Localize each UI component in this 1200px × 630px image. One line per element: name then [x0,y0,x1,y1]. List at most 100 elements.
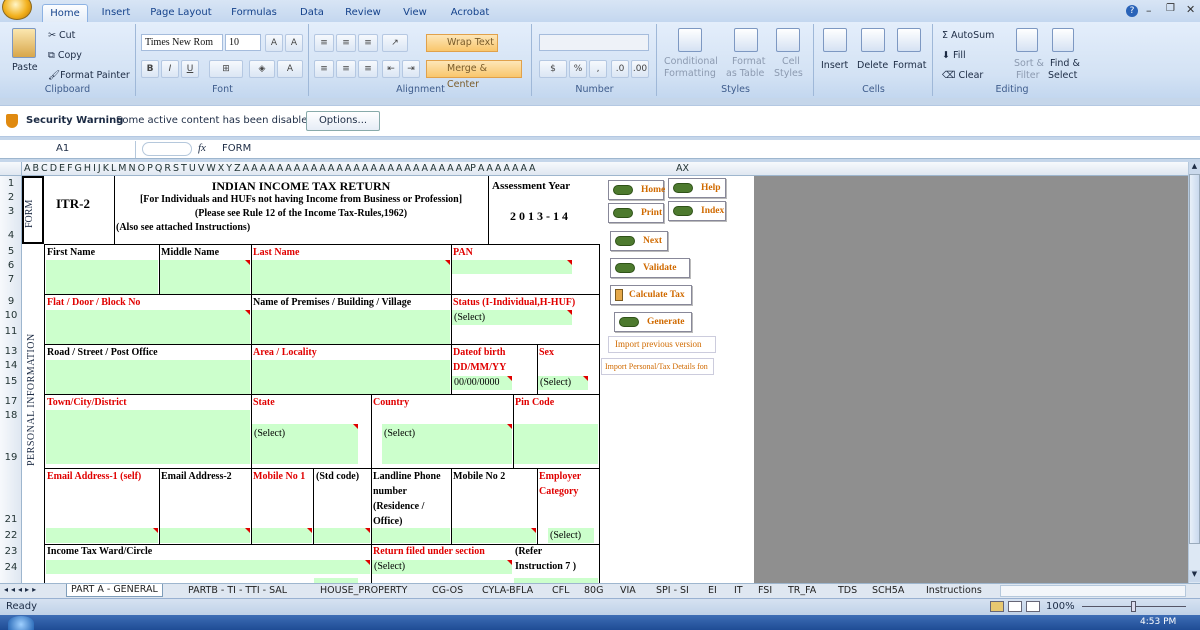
row-number[interactable]: 11 [0,326,22,337]
first-name-field[interactable] [46,260,158,294]
next-macro-button[interactable]: Next [610,231,668,251]
premises-field[interactable] [252,310,450,344]
tab-view[interactable]: View [398,4,432,22]
row-number[interactable]: 14 [0,360,22,371]
std-code-field[interactable] [314,528,370,543]
close-icon[interactable]: ✕ [1186,3,1195,16]
font-color-icon[interactable]: A [277,60,303,78]
horizontal-scrollbar[interactable] [1000,585,1186,597]
scroll-down-icon[interactable]: ▼ [1189,570,1200,582]
delete-cells-icon[interactable] [861,28,885,52]
align-center-icon[interactable]: ≡ [336,60,356,78]
import-personal-button[interactable]: Import Personal/Tax Details fon [601,358,714,375]
row-number[interactable]: 18 [0,410,22,421]
insert-cells-button[interactable]: Insert [821,60,848,71]
start-button[interactable] [8,616,34,630]
format-cells-icon[interactable] [897,28,921,52]
calculate-tax-macro-button[interactable]: Calculate Tax [610,285,692,305]
sheet-tab[interactable]: FSI [758,584,772,598]
page-break-view-icon[interactable] [1026,601,1040,612]
orientation-icon[interactable]: ↗ [382,34,408,52]
underline-icon[interactable]: U [181,60,199,78]
sheet-tab[interactable]: EI [708,584,717,598]
column-headers[interactable]: A B C D E F G H I J K L M N O P Q R S T … [0,162,1188,176]
insert-cells-icon[interactable] [823,28,847,52]
increase-indent-icon[interactable]: ⇥ [402,60,420,78]
row-number[interactable]: 6 [0,260,22,271]
area-field[interactable] [252,360,450,394]
page-layout-view-icon[interactable] [1008,601,1022,612]
comma-button[interactable]: , [589,60,607,78]
sheet-tab[interactable]: VIA [620,584,636,598]
landline-field[interactable] [372,528,450,543]
row-number[interactable]: 4 [0,230,22,241]
sheet-tab[interactable]: PARTB - TI - TTI - SAL [188,584,287,598]
row-number[interactable]: 23 [0,546,22,557]
row-number[interactable]: 19 [0,452,22,463]
mobile1-field[interactable] [252,528,312,543]
format-painter-button[interactable]: 🖌Format Painter [48,70,130,81]
tab-data[interactable]: Data [294,4,330,22]
tab-review[interactable]: Review [340,4,386,22]
font-name-select[interactable]: Times New Rom [141,34,223,51]
country-value[interactable]: (Select) [384,428,415,439]
row-number[interactable]: 21 [0,514,22,525]
sort-filter-icon[interactable] [1016,28,1038,52]
align-right-icon[interactable]: ≡ [358,60,378,78]
row-number[interactable]: 2 [0,192,22,203]
sheet-tab-part-a-general[interactable]: PART A - GENERAL [66,584,163,597]
home-macro-button[interactable]: Home [608,180,665,200]
align-top-icon[interactable]: ≡ [314,34,334,52]
scroll-thumb[interactable] [1189,174,1200,544]
sheet-tab[interactable]: IT [734,584,743,598]
align-left-icon[interactable]: ≡ [314,60,334,78]
options-button[interactable]: Options... [306,111,380,131]
state-value[interactable]: (Select) [254,428,285,439]
currency-button[interactable]: $ [539,60,567,78]
sheet-tab[interactable]: CYLA-BFLA [482,584,533,598]
restore-icon[interactable]: ❐ [1166,3,1175,14]
tab-acrobat[interactable]: Acrobat [446,4,494,22]
autosum-button[interactable]: Σ AutoSum [942,30,994,41]
merge-center-button[interactable]: Merge & Center [426,60,522,90]
pan-field[interactable] [452,260,572,274]
grow-font-icon[interactable]: A [265,34,283,52]
return-filed-value[interactable]: (Select) [374,561,405,572]
percent-button[interactable]: % [569,60,587,78]
column-letters[interactable]: A B C D E F G H I J K L M N O P Q R S T … [24,163,536,174]
paste-button[interactable]: Paste [12,62,38,73]
pin-code-field[interactable] [514,424,598,464]
number-format-select[interactable] [539,34,649,51]
import-previous-button[interactable]: Import previous version [608,336,716,353]
format-as-table-icon[interactable] [734,28,758,52]
zoom-slider-thumb[interactable] [1131,601,1136,612]
row-number[interactable]: 15 [0,376,22,387]
sheet-tab[interactable]: TDS [838,584,857,598]
font-size-select[interactable]: 10 [225,34,261,51]
help-icon[interactable]: ? [1126,5,1138,17]
paste-icon[interactable] [12,28,36,58]
sheet-tab[interactable]: CG-OS [432,584,463,598]
tab-formulas[interactable]: Formulas [226,4,282,22]
tab-insert[interactable]: Insert [96,4,136,22]
dob-value[interactable]: 00/00/0000 [454,377,500,388]
row-headers[interactable]: 1 2 3 4 5 6 7 9 10 11 13 14 15 17 18 19 … [0,176,22,583]
row-number[interactable]: 3 [0,206,22,217]
worksheet[interactable]: FORM ITR-2 INDIAN INCOME TAX RETURN [For… [22,176,754,583]
print-macro-button[interactable]: Print [608,203,664,223]
borders-icon[interactable]: ⊞ [209,60,243,78]
validate-macro-button[interactable]: Validate [610,258,690,278]
formula-bar-expander[interactable] [142,142,192,156]
align-bottom-icon[interactable]: ≡ [358,34,378,52]
fx-icon[interactable]: fx [198,142,206,154]
sheet-tab[interactable]: 80G [584,584,603,598]
road-field[interactable] [46,360,250,394]
find-select-button[interactable]: Find & [1050,58,1080,69]
email1-field[interactable] [46,528,158,543]
middle-name-field[interactable] [160,260,250,294]
row-number[interactable]: 17 [0,396,22,407]
clear-button[interactable]: ⌫ Clear [942,70,983,81]
minimize-icon[interactable]: – [1146,4,1152,17]
wrap-text-button[interactable]: Wrap Text [426,34,498,52]
fill-color-icon[interactable]: ◈ [249,60,275,78]
